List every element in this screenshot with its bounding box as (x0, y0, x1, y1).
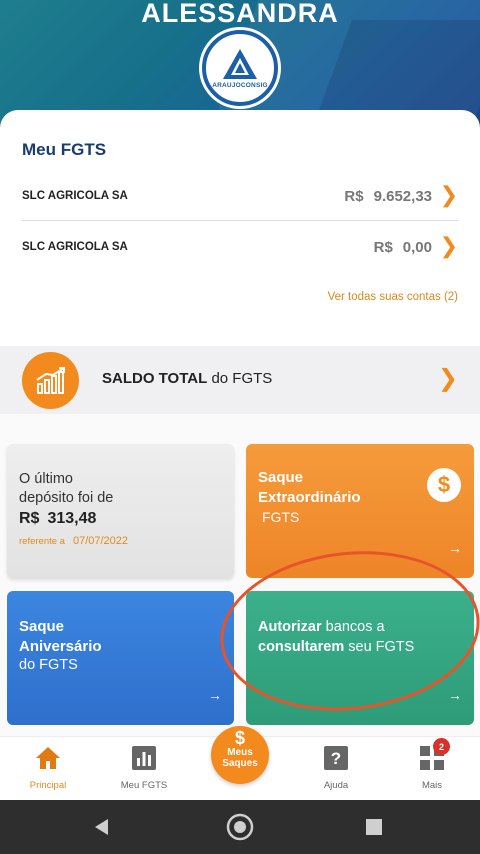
fab-label: Meus (227, 747, 253, 758)
growth-chart-icon (22, 352, 79, 409)
account-company: SLC AGRICOLA SA (22, 190, 128, 202)
divider (22, 220, 458, 221)
nav-item-mais[interactable]: Mais (392, 745, 472, 791)
arrow-right-icon: → (448, 687, 462, 703)
arrow-right-icon: → (208, 687, 222, 703)
dollar-icon: $ (234, 728, 245, 748)
tile-subtitle: do FGTS (19, 657, 78, 673)
help-icon: ? (324, 746, 348, 770)
see-all-accounts-link[interactable]: Ver todas suas contas (2) (328, 291, 458, 303)
svg-text:?: ? (331, 749, 341, 768)
nav-item-principal[interactable]: Principal (8, 745, 88, 791)
logo-triangle-icon (223, 48, 257, 79)
account-company: SLC AGRICOLA SA (22, 241, 128, 253)
logo-text: ARAUJOCONSIG (212, 81, 268, 89)
back-icon[interactable] (88, 813, 116, 841)
tile-title: Saque Aniversário (19, 618, 102, 655)
tiles-grid: O último depósito foi de R$ 313,48 refere… (0, 414, 480, 744)
nav-label: Mais (421, 780, 443, 791)
home-button-icon[interactable] (226, 813, 254, 841)
nav-item-ajuda[interactable]: ? Ajuda (296, 745, 376, 791)
last-deposit-label: O último depósito foi de (19, 471, 114, 506)
recents-icon[interactable] (360, 813, 388, 841)
saque-extraordinario-tile[interactable]: Saque Extraordinário FGTS $ → (246, 444, 474, 578)
tile-subtitle: FGTS (262, 509, 300, 525)
last-deposit-date: referente a 07/07/2022 (19, 535, 129, 547)
bar-chart-icon (132, 746, 156, 770)
tile-title: Saque Extraordinário (258, 469, 361, 506)
currency-label: R$ (344, 187, 364, 205)
account-row[interactable]: SLC AGRICOLA SA R$ 9.652,33 ❯ (22, 176, 458, 216)
saldo-total-row[interactable]: SALDO TOTAL do FGTS ❯ (0, 346, 480, 414)
saldo-total-label: SALDO TOTAL do FGTS (102, 370, 273, 387)
android-system-bar (0, 800, 480, 854)
account-row[interactable]: SLC AGRICOLA SA R$ 0,00 ❯ (22, 227, 458, 267)
chevron-right-icon: ❯ (437, 365, 458, 392)
nav-item-meu-fgts[interactable]: Meu FGTS (104, 745, 184, 791)
saque-aniversario-tile[interactable]: Saque Aniversário do FGTS → (7, 591, 234, 725)
fgts-card-title: Meu FGTS (22, 140, 107, 159)
nav-label: Ajuda (323, 780, 349, 791)
tile-title: Autorizar bancos a consultarem seu FGTS (258, 619, 415, 655)
nav-label: Principal (29, 780, 67, 791)
last-deposit-amount: R$ 313,48 (19, 510, 97, 527)
nav-label: Meu FGTS (120, 780, 168, 791)
notification-badge: 2 (433, 738, 450, 755)
chevron-right-icon: ❯ (439, 182, 458, 207)
account-amount: R$ 0,00 (374, 239, 432, 256)
last-deposit-tile[interactable]: O último depósito foi de R$ 313,48 refere… (7, 444, 234, 578)
account-amount: R$ 9.652,33 (344, 188, 432, 205)
currency-label: R$ (373, 238, 393, 256)
arrow-right-icon: → (448, 540, 462, 556)
dollar-icon: $ (427, 468, 461, 502)
meus-saques-button[interactable]: $ Meus Saques (211, 726, 269, 784)
brand-logo: ARAUJOCONSIG (202, 30, 278, 106)
amount-value: 0,00 (402, 238, 432, 256)
fab-label: Saques (222, 758, 258, 769)
chevron-right-icon: ❯ (439, 233, 458, 258)
amount-value: 9.652,33 (373, 187, 432, 205)
user-name: ALESSANDRA (141, 0, 339, 28)
fgts-card: Meu FGTS SLC AGRICOLA SA R$ 9.652,33 ❯ SL… (0, 110, 480, 350)
home-icon (36, 747, 60, 769)
autorizar-bancos-tile[interactable]: Autorizar bancos a consultarem seu FGTS … (246, 591, 474, 725)
